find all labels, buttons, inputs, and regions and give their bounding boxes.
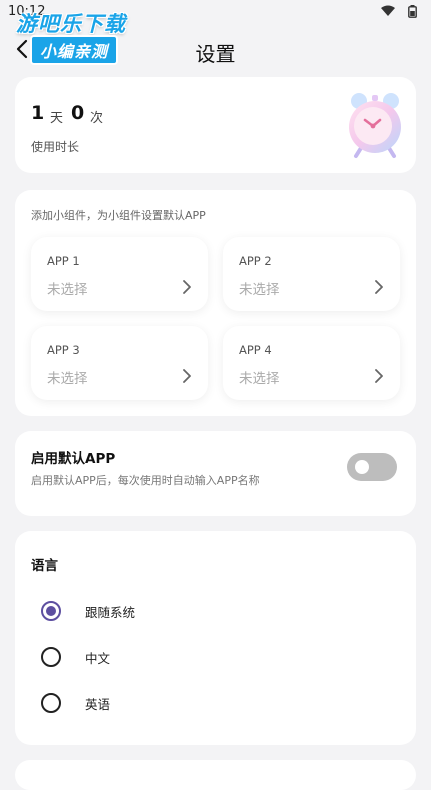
app-slot-name: APP 2 bbox=[239, 254, 272, 268]
page-title: 设置 bbox=[195, 42, 236, 66]
widget-app-slot-3[interactable]: APP 3 未选择 bbox=[31, 326, 208, 400]
chevron-right-icon bbox=[375, 280, 383, 294]
default-app-description: 启用默认APP后，每次使用时自动输入APP名称 bbox=[31, 474, 260, 487]
alarm-clock-icon bbox=[349, 93, 401, 158]
language-option-label: 英语 bbox=[85, 697, 111, 712]
app-slot-value: 未选择 bbox=[239, 371, 280, 387]
app-slot-value: 未选择 bbox=[239, 282, 280, 298]
battery-icon bbox=[408, 5, 417, 18]
app-slot-name: APP 4 bbox=[239, 343, 272, 357]
radio-unselected-icon[interactable] bbox=[41, 647, 61, 667]
language-option-label: 跟随系统 bbox=[85, 605, 136, 620]
widget-heading: 添加小组件，为小组件设置默认APP bbox=[31, 209, 206, 222]
language-option-system[interactable]: 跟随系统 bbox=[15, 593, 416, 625]
chevron-right-icon bbox=[375, 369, 383, 383]
default-app-toggle[interactable] bbox=[347, 453, 397, 481]
app-slot-value: 未选择 bbox=[47, 371, 88, 387]
language-title: 语言 bbox=[31, 558, 58, 574]
chevron-right-icon bbox=[183, 369, 191, 383]
wifi-icon bbox=[381, 5, 395, 16]
language-option-english[interactable]: 英语 bbox=[15, 685, 416, 717]
widget-settings-card: 添加小组件，为小组件设置默认APP APP 1 未选择 APP 2 未选择 AP… bbox=[15, 190, 416, 416]
language-card: 语言 跟随系统 中文 英语 bbox=[15, 531, 416, 745]
app-slot-name: APP 3 bbox=[47, 343, 80, 357]
next-settings-card bbox=[15, 760, 416, 790]
usage-times-unit: 次 bbox=[90, 111, 104, 126]
app-slot-value: 未选择 bbox=[47, 282, 88, 298]
language-option-chinese[interactable]: 中文 bbox=[15, 639, 416, 671]
widget-app-slot-4[interactable]: APP 4 未选择 bbox=[223, 326, 400, 400]
default-app-title: 启用默认APP bbox=[31, 451, 116, 467]
usage-days-value: 1 bbox=[31, 102, 45, 124]
app-slot-name: APP 1 bbox=[47, 254, 80, 268]
watermark-line1: 游吧乐下载 bbox=[16, 12, 126, 36]
usage-times-value: 0 bbox=[71, 102, 85, 124]
widget-app-slot-1[interactable]: APP 1 未选择 bbox=[31, 237, 208, 311]
radio-selected-icon[interactable] bbox=[41, 601, 61, 621]
usage-days-unit: 天 bbox=[50, 111, 64, 126]
language-option-label: 中文 bbox=[85, 651, 111, 666]
widget-app-slot-2[interactable]: APP 2 未选择 bbox=[223, 237, 400, 311]
default-app-card: 启用默认APP 启用默认APP后，每次使用时自动输入APP名称 bbox=[15, 431, 416, 516]
toggle-knob bbox=[355, 460, 369, 474]
radio-unselected-icon[interactable] bbox=[41, 693, 61, 713]
usage-label: 使用时长 bbox=[31, 140, 80, 154]
usage-card: 1 天 0 次 使用时长 bbox=[15, 77, 416, 173]
chevron-right-icon bbox=[183, 280, 191, 294]
